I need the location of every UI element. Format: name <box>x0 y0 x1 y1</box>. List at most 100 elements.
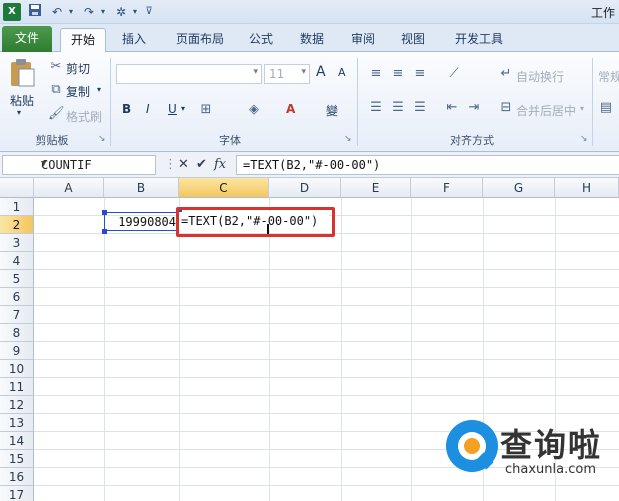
alignment-launcher-icon[interactable]: ↘ <box>580 134 588 144</box>
column-header[interactable]: B <box>104 178 179 198</box>
row-header[interactable]: 3 <box>0 234 34 252</box>
merge-center-icon: ⊟ <box>500 100 512 115</box>
decrease-indent-icon[interactable]: ⇤ <box>444 100 460 116</box>
scissors-icon: ✂ <box>50 59 62 74</box>
grow-font-button[interactable]: A <box>316 64 326 80</box>
row-header[interactable]: 17 <box>0 486 34 501</box>
row-header[interactable]: 6 <box>0 288 34 306</box>
column-header[interactable]: E <box>341 178 411 198</box>
column-header[interactable]: A <box>34 178 104 198</box>
copy-button[interactable]: 复制 <box>66 83 90 100</box>
row-header[interactable]: 9 <box>0 342 34 360</box>
alignment-group-label: 对齐方式 <box>450 134 494 147</box>
column-header[interactable]: D <box>269 178 341 198</box>
clipboard-launcher-icon[interactable]: ↘ <box>98 134 106 144</box>
enter-icon[interactable]: ✔ <box>196 157 207 172</box>
fill-color-icon[interactable]: ◈ <box>246 102 262 118</box>
tab-insert[interactable]: 插入 <box>110 28 158 52</box>
format-painter-icon: 🖌 <box>48 106 65 121</box>
ref-handle[interactable] <box>102 210 107 215</box>
row-header[interactable]: 7 <box>0 306 34 324</box>
align-center-icon[interactable]: ☰ <box>390 100 406 116</box>
wrap-text-icon: ↵ <box>500 66 512 81</box>
merge-center-button[interactable]: 合并后居中 <box>516 102 576 119</box>
wrap-text-button[interactable]: 自动换行 <box>516 68 564 85</box>
row-header[interactable]: 14 <box>0 432 34 450</box>
tab-data[interactable]: 数据 <box>288 28 336 52</box>
column-header[interactable]: G <box>483 178 555 198</box>
copy-dropdown-icon[interactable]: ▾ <box>97 85 101 94</box>
formula-bar: COUNTIF ▼ ⋮ ✕ ✔ fx =TEXT(B2,"#-00-00") <box>0 152 619 178</box>
tab-formulas[interactable]: 公式 <box>240 28 282 52</box>
row-header[interactable]: 12 <box>0 396 34 414</box>
column-header[interactable]: F <box>411 178 483 198</box>
bold-button[interactable]: B <box>122 102 131 116</box>
shrink-font-button[interactable]: A <box>338 66 346 79</box>
tab-review[interactable]: 审阅 <box>340 28 386 52</box>
column-header[interactable]: H <box>555 178 619 198</box>
merge-dropdown-icon[interactable]: ▾ <box>580 104 584 113</box>
phonetic-button[interactable]: 變 <box>326 102 338 119</box>
row-header[interactable]: 10 <box>0 360 34 378</box>
underline-button[interactable]: U <box>168 102 177 116</box>
row-header[interactable]: 4 <box>0 252 34 270</box>
align-bottom-icon[interactable]: ≡ <box>412 66 428 82</box>
grid-line <box>34 251 619 252</box>
currency-icon[interactable]: ▤ <box>598 100 614 116</box>
column-header-selected[interactable]: C <box>179 178 269 198</box>
font-size-combo[interactable]: 11 ▾ <box>264 64 310 84</box>
group-divider <box>357 58 358 146</box>
increase-indent-icon[interactable]: ⇥ <box>466 100 482 116</box>
row-header[interactable]: 15 <box>0 450 34 468</box>
watermark-logo <box>444 418 500 474</box>
insert-function-icon[interactable]: fx <box>214 157 226 172</box>
italic-button[interactable]: I <box>146 102 150 116</box>
orientation-icon[interactable]: ⟋ <box>446 66 462 82</box>
copy-icon: ⧉ <box>51 82 61 97</box>
resize-handle-icon[interactable]: ⋮ <box>164 157 177 172</box>
name-box[interactable]: COUNTIF ▼ <box>2 155 156 175</box>
paste-label: 粘贴 <box>10 94 35 108</box>
grid-line <box>34 269 619 270</box>
tab-developer[interactable]: 开发工具 <box>442 28 516 52</box>
ref-handle[interactable] <box>102 229 107 234</box>
align-right-icon[interactable]: ☰ <box>412 100 428 116</box>
borders-icon[interactable]: ⊞ <box>198 102 214 118</box>
tab-home[interactable]: 开始 <box>60 28 106 52</box>
chevron-down-icon: ▾ <box>301 67 306 77</box>
customize-icon[interactable]: ⊽ <box>140 3 158 21</box>
number-format-combo[interactable]: 常规 <box>598 68 619 85</box>
font-launcher-icon[interactable]: ↘ <box>344 134 352 144</box>
grid-line <box>34 485 619 486</box>
redo-dropdown-icon[interactable]: ▾ <box>94 3 112 21</box>
undo-dropdown-icon[interactable]: ▾ <box>62 3 80 21</box>
grid-line <box>34 413 619 414</box>
font-name-combo[interactable]: ▾ <box>116 64 262 84</box>
tab-view[interactable]: 视图 <box>390 28 436 52</box>
cut-button[interactable]: 剪切 <box>66 60 90 77</box>
tab-page-layout[interactable]: 页面布局 <box>162 28 238 52</box>
row-header[interactable]: 5 <box>0 270 34 288</box>
row-header-selected[interactable]: 2 <box>0 216 34 234</box>
row-header[interactable]: 11 <box>0 378 34 396</box>
row-header[interactable]: 8 <box>0 324 34 342</box>
align-middle-icon[interactable]: ≡ <box>390 66 406 82</box>
highlight-box <box>176 207 335 237</box>
row-header[interactable]: 1 <box>0 198 34 216</box>
font-color-button[interactable]: A <box>286 102 295 116</box>
font-group-label: 字体 <box>219 134 241 147</box>
tab-file[interactable]: 文件 <box>2 26 52 52</box>
format-painter-button[interactable]: 格式刷 <box>66 108 102 125</box>
row-header[interactable]: 13 <box>0 414 34 432</box>
save-icon[interactable] <box>26 3 44 21</box>
cell-b2[interactable]: 19990804 <box>104 212 179 231</box>
paste-icon <box>11 59 35 87</box>
text-cursor <box>267 224 269 234</box>
align-left-icon[interactable]: ☰ <box>368 100 384 116</box>
underline-dropdown-icon[interactable]: ▾ <box>181 104 185 113</box>
select-all-corner[interactable] <box>0 178 34 198</box>
align-top-icon[interactable]: ≡ <box>368 66 384 82</box>
cancel-icon[interactable]: ✕ <box>178 157 189 172</box>
formula-input[interactable]: =TEXT(B2,"#-00-00") <box>236 155 619 175</box>
row-header[interactable]: 16 <box>0 468 34 486</box>
